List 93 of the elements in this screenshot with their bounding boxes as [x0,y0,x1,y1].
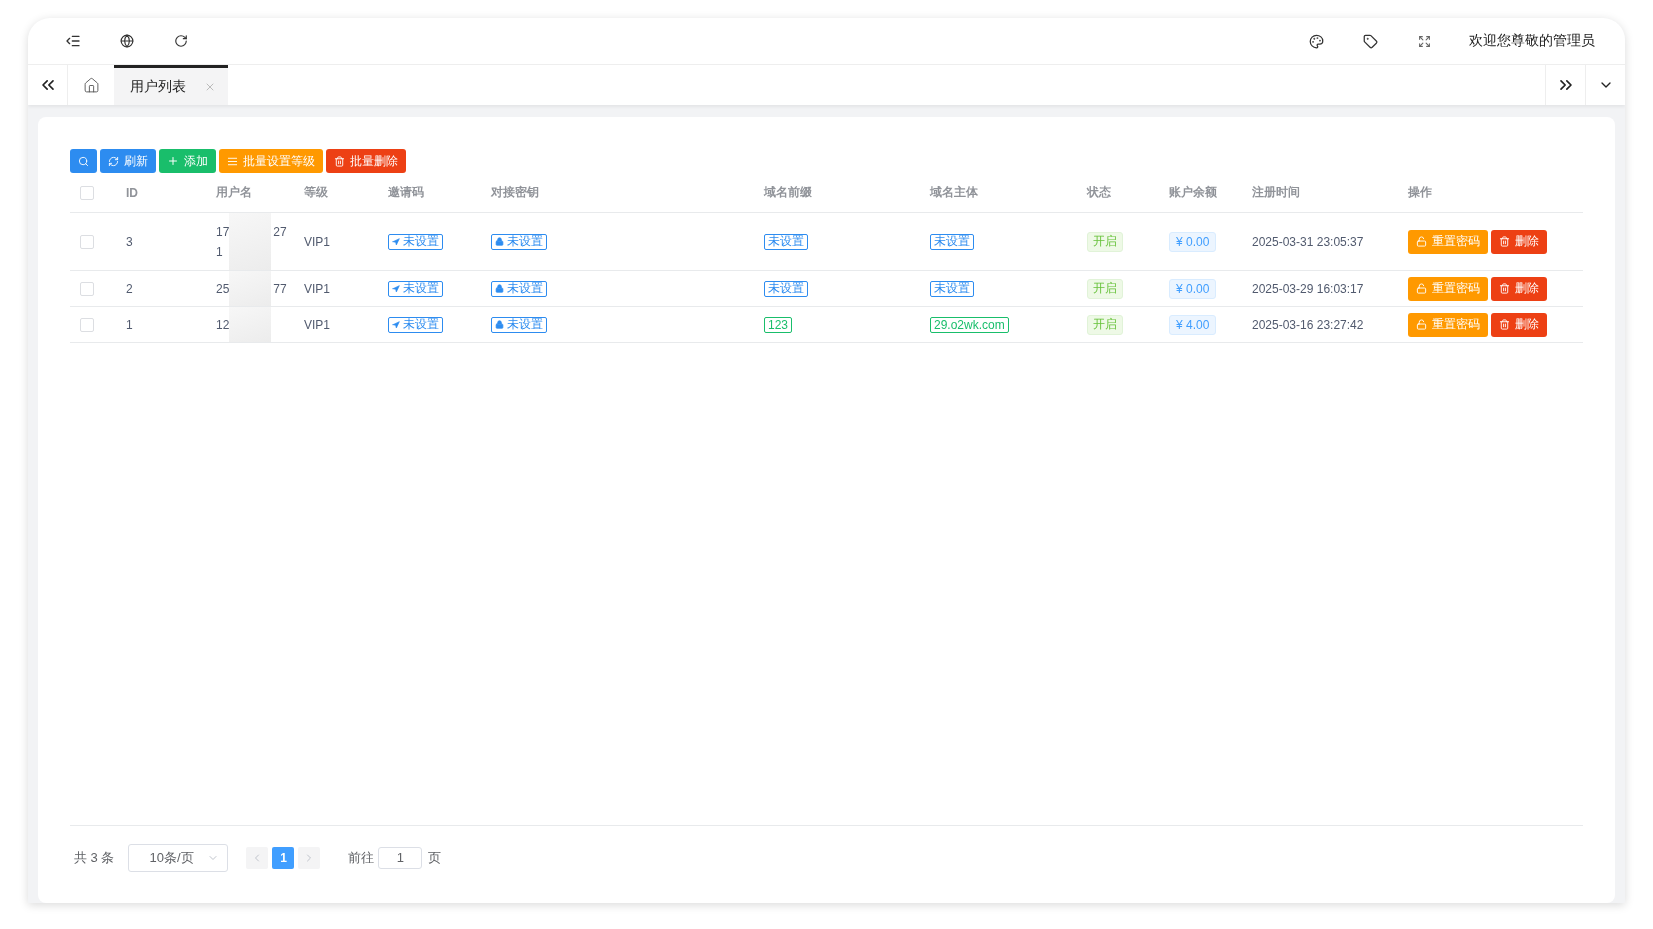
menu-icon [227,155,238,167]
domain-prefix-tag: 123 [764,316,793,333]
api-key-tag: 未设置 [491,280,547,297]
home-icon [82,76,100,94]
column-header: 注册时间 [1252,184,1301,201]
column-header: 域名前缀 [764,184,813,201]
username-text: 12 [216,317,230,332]
api-key-tag: 未设置 [491,316,547,333]
level-cell-text: VIP1 [304,281,331,296]
page-tab[interactable]: 用户列表 [114,65,228,105]
fullscreen-icon [1417,34,1431,48]
domain-tag: 29.o2wk.com [930,316,1009,333]
unlock-icon [1416,236,1427,247]
id-cell-text: 3 [126,234,134,249]
trash-icon [334,155,345,167]
invite-code-tag: 未设置 [388,233,443,250]
username-text: 1 [216,244,223,259]
balance-tag: ¥ 4.00 [1169,314,1217,335]
level-cell-text: VIP1 [304,234,331,249]
invite-code-tag: 未设置 [388,316,443,333]
send-icon [392,320,400,329]
column-header: 邀请码 [388,184,425,201]
row-checkbox[interactable] [80,281,94,296]
register-time-cell-text: 2025-03-16 23:27:42 [1252,317,1365,332]
trash-icon [1499,319,1510,330]
page-number[interactable]: 1 [272,846,295,869]
unlock-icon [1416,319,1427,330]
delete-button[interactable]: 删除 [1491,312,1547,337]
domain-prefix-tag: 未设置 [764,233,808,250]
page-suffix: 页 [428,848,442,867]
balance-tag: ¥ 0.00 [1169,278,1217,299]
reset-password-button[interactable]: 重置密码 [1408,312,1488,337]
column-header: ID [126,185,139,200]
refresh-button[interactable]: 刷新 [100,149,156,173]
send-icon [392,237,400,246]
register-time-cell-text: 2025-03-31 23:05:37 [1252,234,1365,249]
palette-icon [1308,33,1324,49]
search-icon [78,155,89,167]
level-cell-text: VIP1 [304,317,331,332]
invite-code-tag: 未设置 [388,280,443,297]
delete-button[interactable]: 删除 [1491,229,1547,254]
page-size-select[interactable]: 10条/页 [128,843,229,872]
level-button[interactable]: 批量设置等级 [219,149,323,173]
globe-icon [120,34,134,48]
lock-icon [495,320,504,329]
delete-button[interactable]: 删除 [1491,276,1547,301]
trash-icon [1499,236,1510,247]
register-time-cell-text: 2025-03-29 16:03:17 [1252,281,1365,296]
next-page-button[interactable] [298,846,321,869]
select-all-checkbox[interactable] [80,185,94,200]
username-text: 17 [216,224,230,239]
domain-tag: 未设置 [930,280,974,297]
column-header: 操作 [1408,184,1433,201]
id-cell-text: 1 [126,317,134,332]
row-checkbox[interactable] [80,317,94,332]
username-text: 27 [273,224,287,239]
column-header: 域名主体 [930,184,979,201]
refresh-icon [108,155,119,167]
column-header: 用户名 [216,184,253,201]
add-button[interactable]: 添加 [159,149,216,173]
reset-password-button[interactable]: 重置密码 [1408,276,1488,301]
status-tag: 开启 [1087,231,1123,252]
id-cell-text: 2 [126,281,134,296]
row-checkbox[interactable] [80,234,94,249]
indent-icon [65,33,81,49]
delete-button[interactable]: 批量删除 [326,149,406,173]
plus-icon [167,155,179,167]
domain-prefix-tag: 未设置 [764,280,808,297]
api-key-tag: 未设置 [491,233,547,250]
reset-password-button[interactable]: 重置密码 [1408,229,1488,254]
domain-tag: 未设置 [930,233,974,250]
lock-icon [495,237,504,246]
goto-label: 前往 [348,848,375,867]
balance-tag: ¥ 0.00 [1169,231,1217,252]
status-tag: 开启 [1087,314,1123,335]
lock-icon [495,284,504,293]
username-text: 77 [273,281,287,296]
welcome-text: 欢迎您尊敬的管理员 [1469,32,1595,50]
goto-page-field[interactable]: 1 [378,846,423,869]
search-button[interactable] [70,149,97,173]
prev-page-button[interactable] [246,846,269,869]
column-header: 状态 [1087,184,1112,201]
username-text: 25 [216,281,230,296]
trash-icon [1499,283,1510,294]
tag-icon [1362,33,1378,49]
column-header: 账户余额 [1169,184,1218,201]
total-count: 共 3 条 [74,848,115,867]
unlock-icon [1416,283,1427,294]
column-header: 对接密钥 [491,184,540,201]
send-icon [392,284,400,293]
status-tag: 开启 [1087,278,1123,299]
refresh-icon [174,34,188,48]
column-header: 等级 [304,184,329,201]
